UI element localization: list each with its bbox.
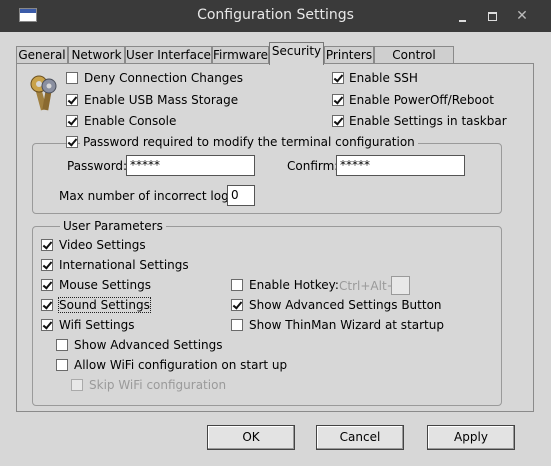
password-group bbox=[32, 143, 502, 214]
enable-ssh-label: Enable SSH bbox=[349, 71, 418, 85]
allow-wifi-config-checkbox[interactable] bbox=[56, 359, 68, 371]
allow-wifi-config-label: Allow WiFi configuration on start up bbox=[74, 358, 288, 372]
international-settings-label: International Settings bbox=[59, 258, 189, 272]
sound-settings-label: Sound Settings bbox=[58, 297, 151, 313]
password-label: Password: bbox=[67, 159, 128, 173]
enable-ssh-checkbox[interactable] bbox=[332, 72, 344, 84]
enable-poweroff-reboot-checkbox[interactable] bbox=[332, 94, 344, 106]
video-settings-checkbox[interactable] bbox=[41, 239, 53, 251]
confirm-input[interactable]: ***** bbox=[336, 155, 465, 176]
keys-icon bbox=[30, 75, 57, 111]
show-advanced-button-label: Show Advanced Settings Button bbox=[249, 298, 442, 312]
enable-settings-taskbar-label: Enable Settings in taskbar bbox=[349, 114, 507, 128]
tab-security[interactable]: Security bbox=[269, 42, 324, 65]
close-icon[interactable]: ✕ bbox=[512, 6, 532, 26]
cancel-button[interactable]: Cancel bbox=[316, 425, 404, 450]
ok-button[interactable]: OK bbox=[207, 425, 295, 450]
hotkey-combo-label: Ctrl+Alt+ bbox=[339, 279, 397, 293]
wifi-settings-checkbox[interactable] bbox=[41, 319, 53, 331]
user-parameters-legend: User Parameters bbox=[60, 219, 166, 233]
max-login-input[interactable]: 0 bbox=[227, 185, 255, 206]
video-settings-label: Video Settings bbox=[59, 238, 146, 252]
password-input[interactable]: ***** bbox=[126, 155, 255, 176]
mouse-settings-label: Mouse Settings bbox=[59, 278, 151, 292]
enable-hotkey-label: Enable Hotkey: bbox=[249, 278, 339, 292]
tab-firmware[interactable]: Firmware bbox=[212, 46, 269, 64]
mouse-settings-checkbox[interactable] bbox=[41, 279, 53, 291]
show-thinman-wizard-label: Show ThinMan Wizard at startup bbox=[249, 318, 444, 332]
maximize-icon[interactable] bbox=[482, 6, 502, 26]
password-required-label: Password required to modify the terminal… bbox=[80, 135, 418, 149]
enable-settings-taskbar-checkbox[interactable] bbox=[332, 115, 344, 127]
enable-usb-mass-storage-label: Enable USB Mass Storage bbox=[84, 93, 239, 107]
wifi-settings-label: Wifi Settings bbox=[59, 318, 135, 332]
enable-hotkey-checkbox[interactable] bbox=[231, 279, 243, 291]
password-required-checkbox[interactable] bbox=[66, 136, 78, 148]
skip-wifi-config-checkbox[interactable] bbox=[71, 379, 83, 391]
enable-console-checkbox[interactable] bbox=[66, 115, 78, 127]
enable-usb-mass-storage-checkbox[interactable] bbox=[66, 94, 78, 106]
hotkey-input[interactable] bbox=[391, 276, 410, 295]
minimize-icon[interactable] bbox=[452, 6, 472, 26]
title-bar: Configuration Settings ✕ bbox=[0, 0, 551, 32]
sound-settings-checkbox[interactable] bbox=[41, 299, 53, 311]
tab-general[interactable]: General bbox=[16, 46, 68, 64]
show-advanced-settings-label: Show Advanced Settings bbox=[74, 338, 223, 352]
deny-connection-changes-label: Deny Connection Changes bbox=[84, 71, 244, 85]
deny-connection-changes-checkbox[interactable] bbox=[66, 72, 78, 84]
max-login-label: Max number of incorrect login: bbox=[59, 189, 244, 203]
show-advanced-settings-checkbox[interactable] bbox=[56, 339, 68, 351]
enable-poweroff-reboot-label: Enable PowerOff/Reboot bbox=[349, 93, 494, 107]
enable-console-label: Enable Console bbox=[84, 114, 177, 128]
tab-printers[interactable]: Printers bbox=[324, 46, 374, 64]
tab-network[interactable]: Network bbox=[68, 46, 125, 64]
tab-control-panel[interactable]: Control Panel bbox=[374, 46, 454, 79]
international-settings-checkbox[interactable] bbox=[41, 259, 53, 271]
skip-wifi-config-label: Skip WiFi configuration bbox=[89, 378, 227, 392]
tab-user-interface[interactable]: User Interface bbox=[125, 46, 212, 64]
show-thinman-wizard-checkbox[interactable] bbox=[231, 319, 243, 331]
confirm-label: Confirm: bbox=[287, 159, 339, 173]
apply-button[interactable]: Apply bbox=[427, 425, 515, 450]
show-advanced-button-checkbox[interactable] bbox=[231, 299, 243, 311]
